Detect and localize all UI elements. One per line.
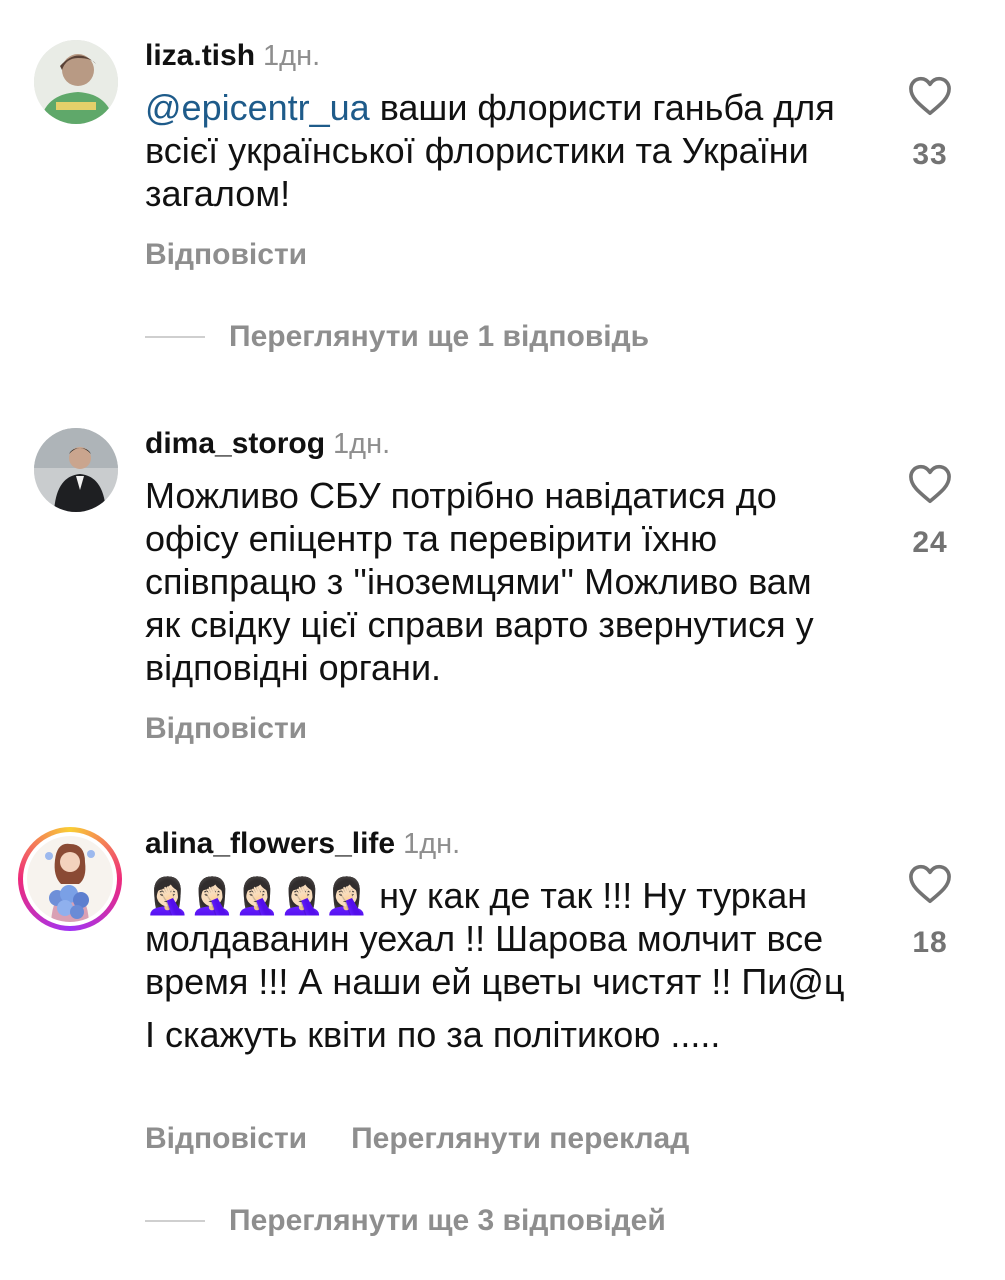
avatar-image: [27, 836, 113, 922]
like-count: 33: [912, 138, 948, 171]
facepalm-emoji-icon: 🤦🏻‍♀️🤦🏻‍♀️🤦🏻‍♀️🤦🏻‍♀️🤦🏻‍♀️: [145, 875, 370, 916]
comment-actions: Відповісти: [145, 238, 307, 272]
like-control: 33: [905, 76, 955, 172]
avatar[interactable]: [34, 428, 118, 512]
username-link[interactable]: alina_flowers_life: [145, 827, 395, 860]
username-link[interactable]: dima_storog: [145, 427, 325, 460]
mention-link[interactable]: @epicentr_ua: [145, 87, 370, 128]
divider-line: [145, 336, 205, 338]
timestamp: 1дн.: [263, 40, 321, 72]
view-replies-label: Переглянути ще 3 відповідей: [229, 1204, 666, 1237]
timestamp: 1дн.: [333, 428, 391, 460]
like-control: 24: [905, 464, 955, 560]
like-count: 24: [912, 526, 948, 559]
reply-button[interactable]: Відповісти: [145, 1122, 307, 1155]
avatar-image: [34, 428, 118, 512]
like-control: 18: [905, 864, 955, 960]
timestamp: 1дн.: [403, 828, 461, 860]
like-count: 18: [912, 926, 948, 959]
heart-icon[interactable]: [908, 76, 952, 116]
comment-body-line: І скажуть квіти по за політикою .....: [145, 1014, 721, 1055]
avatar[interactable]: [34, 40, 118, 124]
comment-text: @epicentr_ua ваши флористи ганьба для вс…: [145, 86, 845, 215]
comment-header: dima_storog 1дн.: [145, 426, 390, 462]
view-replies-button[interactable]: Переглянути ще 1 відповідь: [145, 320, 649, 354]
avatar-image: [34, 40, 118, 124]
comment-actions: Відповісти Переглянути переклад: [145, 1122, 689, 1156]
view-replies-label: Переглянути ще 1 відповідь: [229, 320, 650, 353]
comment-header: liza.tish 1дн.: [145, 38, 320, 74]
avatar-story-ring[interactable]: [18, 827, 122, 931]
heart-icon[interactable]: [908, 864, 952, 904]
username-link[interactable]: liza.tish: [145, 39, 255, 72]
comment-actions: Відповісти: [145, 712, 307, 746]
reply-button[interactable]: Відповісти: [145, 712, 307, 745]
view-replies-button[interactable]: Переглянути ще 3 відповідей: [145, 1204, 666, 1238]
comment-text: Можливо СБУ потрібно навідатися до офісу…: [145, 475, 814, 688]
translate-button[interactable]: Переглянути переклад: [351, 1122, 689, 1155]
comment-text: 🤦🏻‍♀️🤦🏻‍♀️🤦🏻‍♀️🤦🏻‍♀️🤦🏻‍♀️ ну как де так …: [145, 874, 845, 1056]
heart-icon[interactable]: [908, 464, 952, 504]
reply-button[interactable]: Відповісти: [145, 238, 307, 271]
comment-header: alina_flowers_life 1дн.: [145, 826, 460, 862]
divider-line: [145, 1220, 205, 1222]
